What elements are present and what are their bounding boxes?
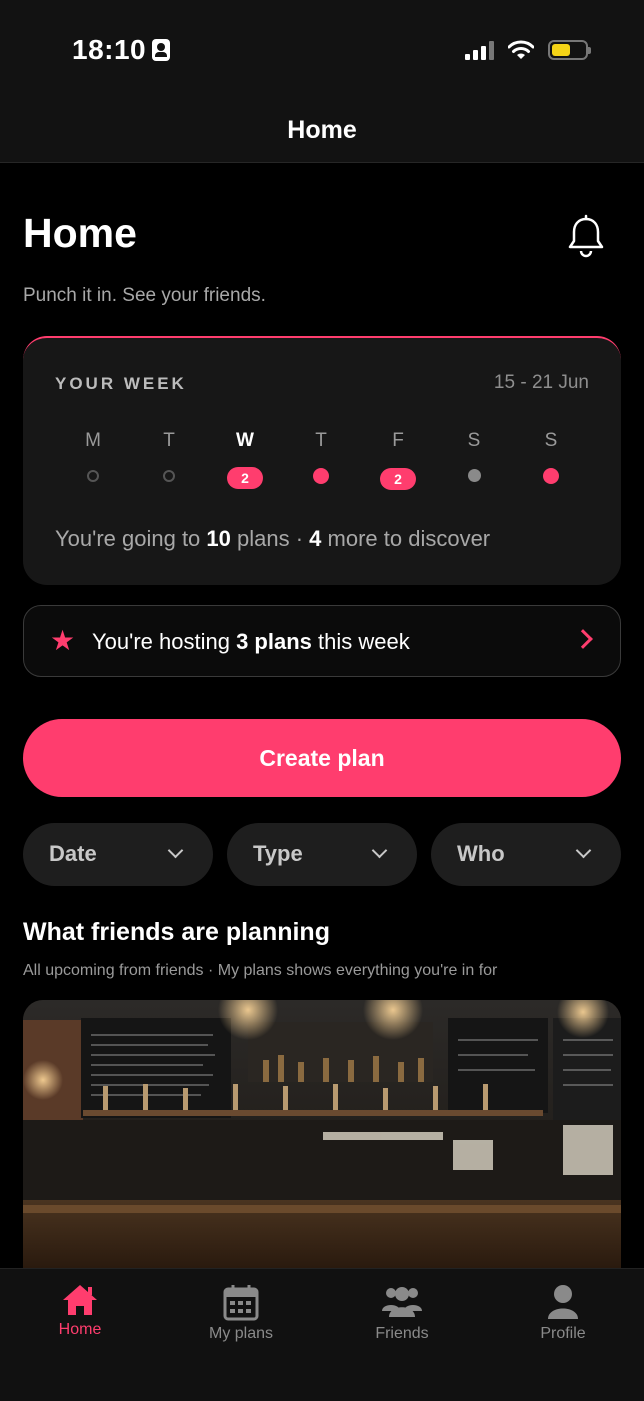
day-sunday[interactable]: S (521, 430, 581, 494)
chevron-down-icon (167, 842, 184, 859)
type-filter-dropdown[interactable]: Type (227, 823, 417, 886)
day-thursday[interactable]: T (291, 430, 351, 494)
week-card: YOUR WEEK 15 - 21 Jun M T W 2 T F 2 S S … (23, 336, 621, 585)
status-bar: 18:10 (0, 0, 644, 100)
hosting-text-pre: You're hosting (92, 629, 237, 654)
tab-home[interactable]: Home (20, 1283, 140, 1339)
signal-icon (465, 40, 494, 60)
chevron-right-icon (573, 629, 593, 649)
time-text: 18:10 (72, 34, 147, 65)
plan-count-badge: 2 (227, 467, 263, 489)
wifi-icon (508, 40, 534, 59)
day-friday[interactable]: F 2 (368, 430, 428, 494)
tab-bar: Home My plans Friends Profile (0, 1268, 644, 1401)
going-count: 10 (206, 526, 231, 551)
filter-label: Date (49, 841, 97, 866)
who-filter-dropdown[interactable]: Who (431, 823, 621, 886)
status-time: 18:10 (72, 34, 171, 66)
bar-photo-illustration (23, 1000, 621, 1268)
day-tuesday[interactable]: T (139, 430, 199, 494)
plan-card-image[interactable] (23, 1000, 621, 1268)
tab-label: Home (58, 1321, 102, 1338)
day-label: S (544, 430, 558, 451)
page-subtitle: Punch it in. See your friends. (23, 285, 266, 306)
tab-label: Friends (375, 1325, 429, 1342)
day-label: W (236, 430, 254, 451)
week-summary: You're going to 10 plans · 4 more to dis… (55, 526, 490, 552)
tab-my-plans[interactable]: My plans (181, 1283, 301, 1343)
invite-dot (467, 469, 481, 482)
profile-icon (548, 1285, 578, 1319)
section-subtitle: All upcoming from friends · My plans sho… (23, 962, 498, 979)
create-plan-button[interactable]: Create plan (23, 719, 621, 797)
section-title: What friends are planning (23, 918, 330, 946)
tab-profile[interactable]: Profile (503, 1283, 623, 1343)
hosting-count: 3 plans (236, 629, 312, 654)
battery-icon (548, 40, 591, 60)
day-label: T (163, 430, 175, 451)
filter-label: Type (253, 841, 303, 866)
date-filter-dropdown[interactable]: Date (23, 823, 213, 886)
home-icon (63, 1285, 97, 1315)
chevron-down-icon (575, 842, 592, 859)
empty-day-indicator (163, 470, 175, 482)
navigation-bar: Home (0, 100, 644, 163)
filter-label: Who (457, 841, 505, 866)
day-saturday[interactable]: S (444, 430, 504, 494)
week-label: YOUR WEEK (55, 374, 187, 393)
calendar-icon (223, 1285, 259, 1321)
day-label: M (85, 430, 101, 451)
plan-count-badge: 2 (380, 468, 416, 490)
week-range: 15 - 21 Jun (493, 372, 589, 393)
page-title: Home (23, 210, 137, 256)
empty-day-indicator (87, 470, 99, 482)
tab-label: Profile (540, 1325, 586, 1342)
friends-icon (382, 1287, 422, 1317)
summary-text: You're going to (55, 526, 207, 551)
tab-friends[interactable]: Friends (342, 1283, 462, 1343)
day-wednesday[interactable]: W 2 (215, 430, 275, 494)
tab-label: My plans (208, 1325, 274, 1342)
status-icons (465, 40, 591, 60)
plan-dot (313, 468, 329, 484)
summary-text: plans · (230, 526, 310, 551)
plan-dot (543, 468, 559, 484)
summary-text: more to discover (321, 526, 491, 551)
day-label: T (315, 430, 327, 451)
day-label: F (392, 430, 404, 451)
hosting-text-post: this week (311, 629, 410, 654)
day-label: S (467, 430, 481, 451)
discover-count: 4 (309, 526, 322, 551)
nav-title: Home (287, 116, 357, 144)
chevron-down-icon (371, 842, 388, 859)
contact-badge-icon (152, 39, 171, 61)
day-monday[interactable]: M (63, 430, 123, 494)
star-icon: ★ (50, 625, 76, 656)
hosting-banner[interactable]: ★ You're hosting 3 plans this week (23, 605, 621, 677)
hosting-text: You're hosting 3 plans this week (92, 629, 410, 655)
notifications-bell-icon[interactable] (566, 214, 606, 258)
